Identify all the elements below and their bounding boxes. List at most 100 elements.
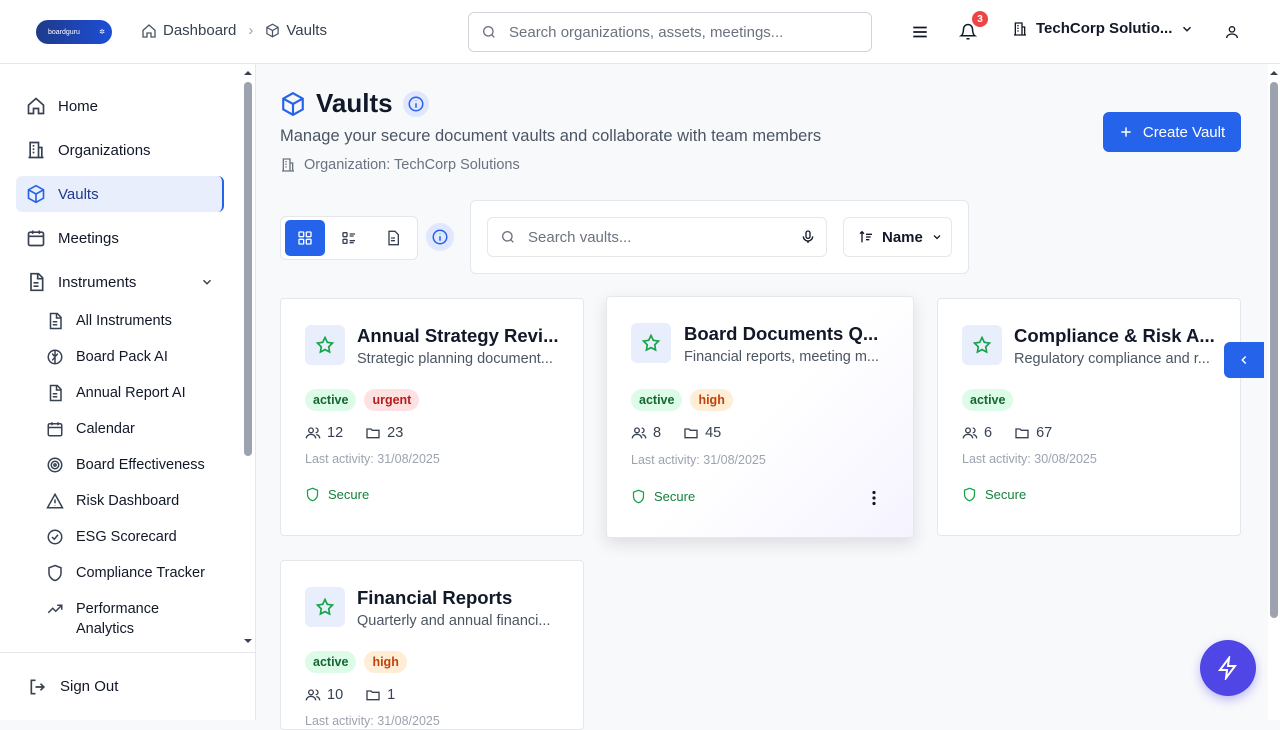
building-icon (28, 141, 44, 159)
folder-icon (366, 690, 380, 701)
sidebar-scroll-thumb[interactable] (244, 82, 252, 456)
building-icon (282, 158, 294, 172)
status-badge: active (631, 389, 683, 411)
sidebar-item-organizations[interactable]: Organizations (16, 132, 224, 168)
sidebar-item-instruments[interactable]: Instruments (16, 264, 224, 300)
details-view-button[interactable] (373, 220, 413, 256)
microphone-icon[interactable] (800, 229, 816, 245)
sidebar-subitem-label: Annual Report AI (76, 385, 186, 401)
global-search[interactable] (468, 12, 872, 52)
sidebar-subitem-risk-dashboard[interactable]: Risk Dashboard (16, 484, 224, 520)
sidebar-subitem-calendar[interactable]: Calendar (16, 412, 224, 448)
document-icon (388, 230, 399, 246)
vault-search[interactable] (487, 217, 827, 257)
scroll-down-arrow-icon[interactable] (243, 636, 253, 646)
sidebar-subitem-label: Board Pack AI (76, 349, 168, 365)
grid-icon (298, 231, 312, 245)
sort-dropdown[interactable]: Name (843, 217, 952, 257)
logout-icon (30, 679, 46, 694)
building-icon (1014, 21, 1026, 36)
sidebar-subitem-board-effectiveness[interactable]: Board Effectiveness (16, 448, 224, 484)
vault-title: Financial Reports (357, 587, 513, 608)
sidebar-nav: Home Organizations Vaults Meetings Instr… (16, 88, 224, 646)
sidebar-item-meetings[interactable]: Meetings (16, 220, 224, 256)
search-icon (483, 26, 495, 38)
menu-icon[interactable] (911, 23, 929, 41)
box-icon (282, 91, 304, 116)
shield-icon (48, 564, 62, 582)
vault-description: Strategic planning document... (357, 351, 553, 367)
org-selector[interactable]: TechCorp Solutio... (1012, 20, 1194, 37)
sidebar-subitem-label: ESG Scorecard (76, 529, 177, 545)
info-icon[interactable] (402, 90, 429, 117)
breadcrumb-vaults[interactable]: Vaults (286, 22, 327, 39)
view-info-icon[interactable] (426, 223, 454, 251)
sign-out-label: Sign Out (60, 678, 119, 695)
priority-badge: high (690, 389, 733, 411)
list-view-button[interactable] (329, 220, 369, 256)
org-selector-label: TechCorp Solutio... (1036, 20, 1173, 37)
check-circle-icon (47, 529, 63, 545)
users-icon (305, 427, 321, 439)
logo-mark-icon: ✲ (99, 29, 105, 36)
shield-icon (632, 489, 645, 504)
sidebar-subitem-performance-analytics[interactable]: Performance Analytics (16, 592, 186, 646)
sidebar-subitem-all-instruments[interactable]: All Instruments (16, 304, 224, 340)
lightning-icon (1218, 656, 1237, 680)
secure-label: Secure (985, 487, 1027, 502)
vault-card[interactable]: Financial Reports Quarterly and annual f… (280, 560, 584, 730)
more-options-icon[interactable] (871, 490, 877, 506)
quick-action-button[interactable] (1200, 640, 1256, 696)
vault-search-input[interactable] (528, 228, 788, 246)
view-mode-toggle (280, 216, 418, 260)
chevron-down-icon[interactable] (200, 275, 214, 289)
scroll-up-arrow-icon[interactable] (243, 68, 253, 78)
chevron-down-icon (933, 235, 941, 240)
grid-view-button[interactable] (285, 220, 325, 256)
sign-out-button[interactable]: Sign Out (0, 652, 255, 720)
folder-icon (1015, 428, 1029, 439)
brain-icon (47, 349, 63, 365)
sidebar-subitem-board-pack-ai[interactable]: Board Pack AI (16, 340, 224, 376)
vault-description: Quarterly and annual financi... (357, 613, 551, 629)
vault-card[interactable]: Annual Strategy Revi... Strategic planni… (280, 298, 584, 536)
breadcrumb-dashboard[interactable]: Dashboard (163, 22, 236, 39)
collapse-panel-button[interactable] (1224, 342, 1264, 378)
create-vault-label: Create Vault (1142, 123, 1226, 141)
scroll-up-arrow-icon[interactable] (1269, 68, 1279, 78)
folder-icon (366, 428, 380, 439)
last-activity: Last activity: 31/08/2025 (305, 452, 440, 466)
users-icon (305, 689, 321, 701)
global-search-input[interactable] (509, 23, 849, 41)
sidebar-subitem-label: Risk Dashboard (76, 493, 180, 509)
sidebar-subitem-label: Calendar (76, 421, 135, 437)
star-icon[interactable] (962, 325, 1002, 365)
vault-card[interactable]: Compliance & Risk A... Regulatory compli… (937, 298, 1241, 536)
main-scroll-thumb[interactable] (1270, 82, 1278, 618)
sidebar-item-label: Home (58, 97, 99, 115)
file-icon (30, 272, 44, 292)
status-badge: active (305, 651, 357, 673)
sidebar-subitem-esg-scorecard[interactable]: ESG Scorecard (16, 520, 224, 556)
sidebar-subitem-annual-report-ai[interactable]: Annual Report AI (16, 376, 224, 412)
home-icon (27, 97, 45, 115)
sidebar-item-label: Organizations (58, 141, 151, 159)
search-icon (502, 231, 514, 243)
sidebar: Home Organizations Vaults Meetings Instr… (0, 64, 256, 720)
create-vault-button[interactable]: Create Vault (1103, 112, 1241, 152)
app-logo[interactable]: boardguru ✲ (36, 20, 112, 44)
star-icon[interactable] (631, 323, 671, 363)
page-title: Vaults (280, 88, 429, 119)
vault-card[interactable]: Board Documents Q... Financial reports, … (606, 296, 914, 538)
star-icon[interactable] (305, 587, 345, 627)
sidebar-subitem-label: Performance Analytics (76, 601, 160, 637)
page-organization: Organization: TechCorp Solutions (280, 157, 520, 173)
user-icon[interactable] (1224, 23, 1240, 41)
chevron-left-icon (1241, 355, 1247, 365)
sidebar-item-home[interactable]: Home (16, 88, 224, 124)
sidebar-subitem-compliance-tracker[interactable]: Compliance Tracker (16, 556, 224, 592)
file-icon (49, 312, 62, 330)
sidebar-subitem-label: Board Effectiveness (76, 457, 205, 473)
sidebar-item-vaults[interactable]: Vaults (16, 176, 224, 212)
star-icon[interactable] (305, 325, 345, 365)
